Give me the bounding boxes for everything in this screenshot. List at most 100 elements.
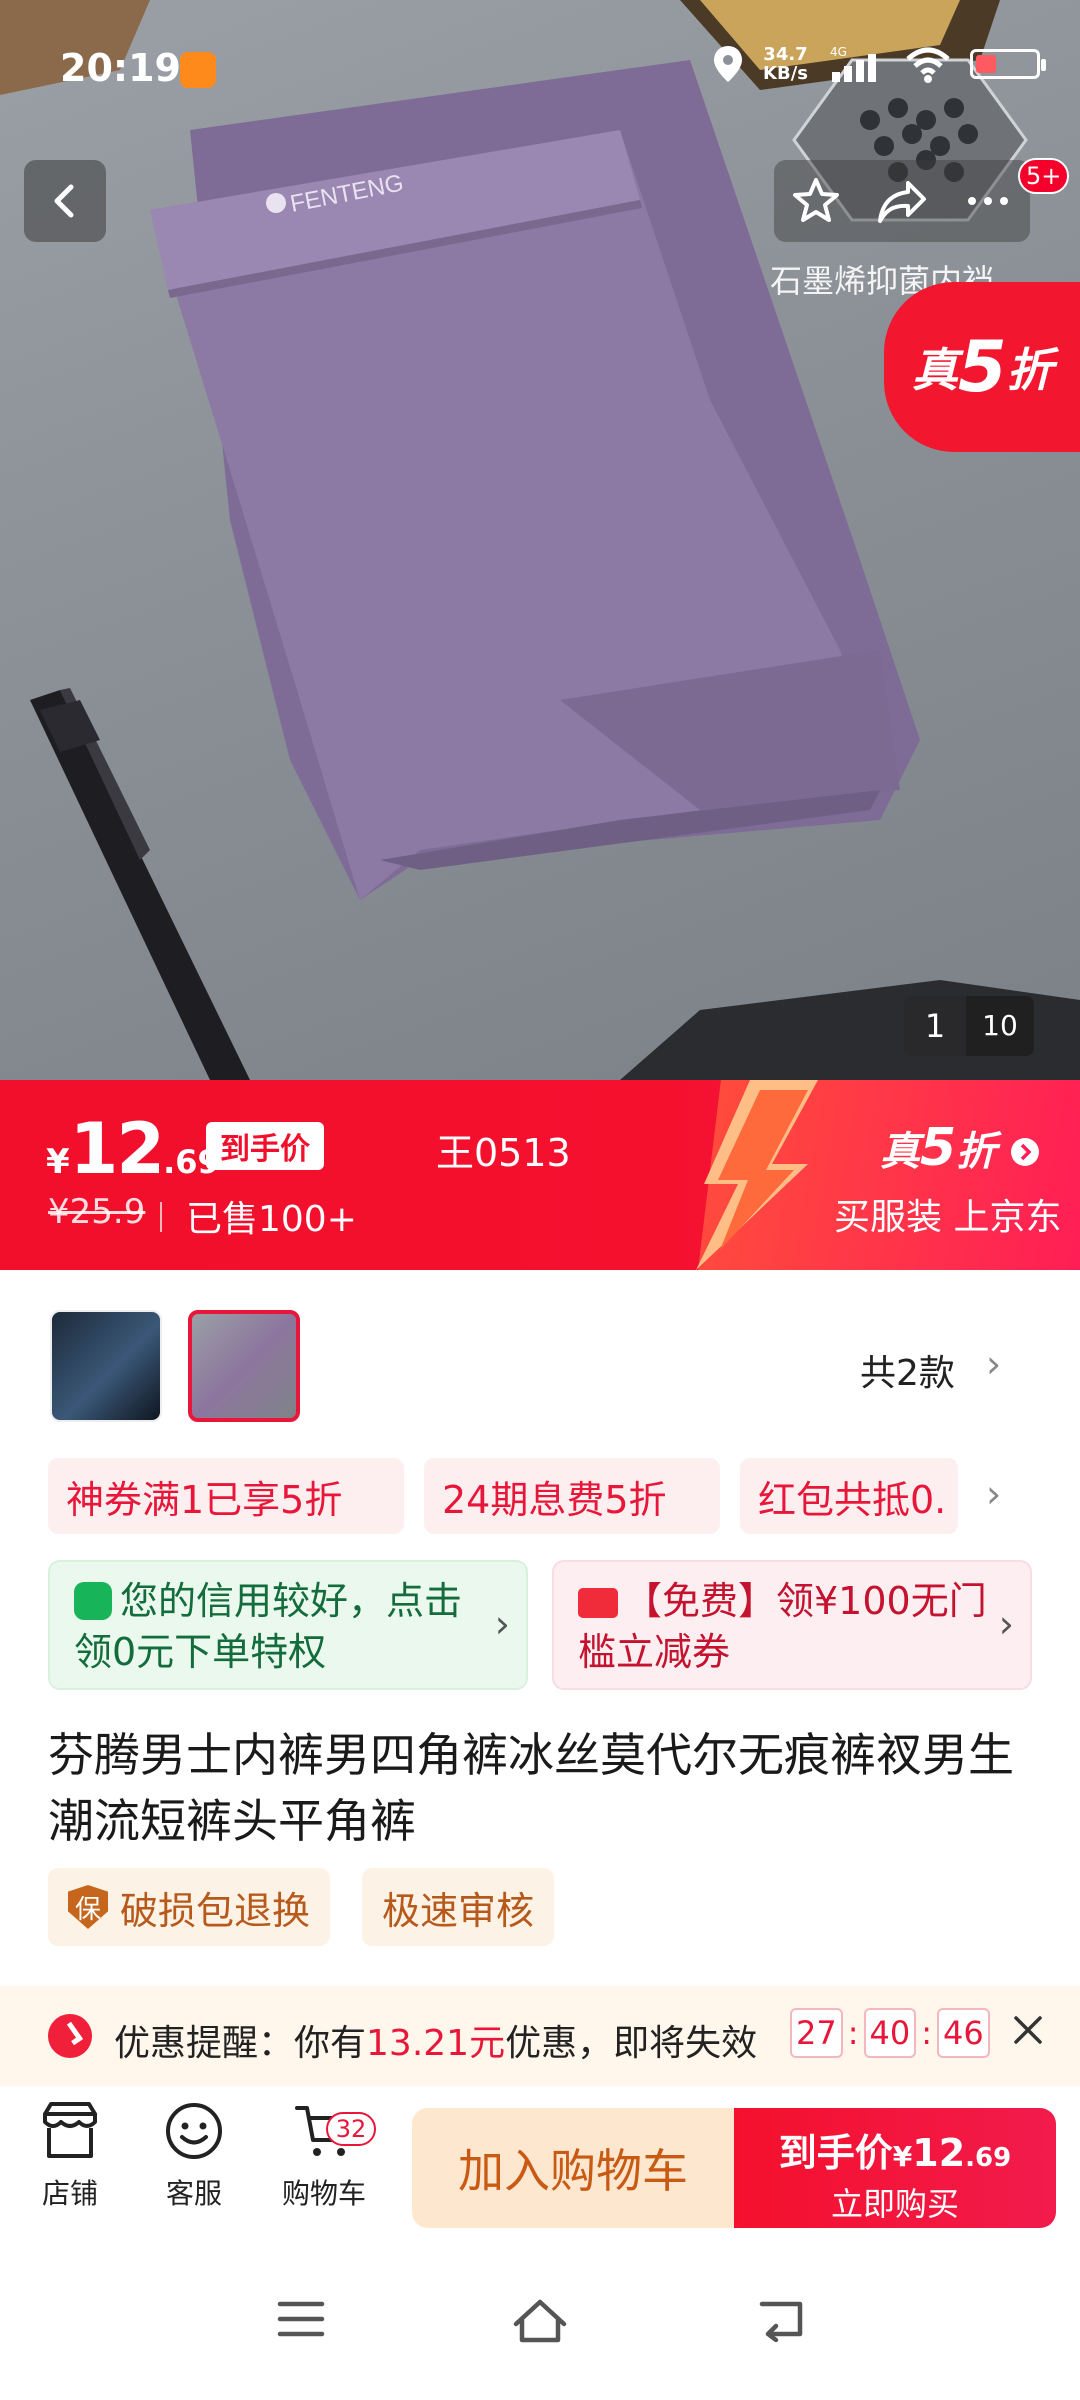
location-icon	[714, 46, 743, 82]
service-tag-review[interactable]: 极速审核	[362, 1868, 555, 1946]
network-speed: 34.7 KB/s	[763, 45, 808, 83]
status-bar: 20:19 34.7 KB/s 4G	[0, 0, 1080, 140]
timer-hours: 27	[790, 2008, 843, 2058]
chevron-left-icon	[54, 184, 74, 218]
buy-now-button[interactable]: 到手价¥12.69 立即购买	[734, 2108, 1056, 2228]
speed-unit: KB/s	[763, 63, 808, 84]
buy-price-integer: 12	[912, 2131, 966, 2175]
jd-promo-prefix: 真	[880, 1129, 920, 1175]
home-icon[interactable]	[510, 2296, 570, 2346]
price-divider	[160, 1202, 162, 1232]
style-thumbnail-blue[interactable]	[50, 1310, 162, 1422]
countdown-timer: 27 : 40 : 46	[790, 2008, 990, 2058]
buy-price-prefix: 到手价	[778, 2131, 893, 2175]
promo-code: 王0513	[436, 1131, 571, 1175]
sold-count: 已售100+	[186, 1199, 357, 1240]
reminder-prefix: 优惠提醒：你有	[114, 2023, 367, 2064]
cart-label: 购物车	[281, 2177, 366, 2210]
style-count[interactable]: 共2款	[860, 1344, 955, 1396]
voucher-text: 【免费】领¥100无门槛立减券	[578, 1576, 998, 1678]
clock-icon	[48, 2014, 92, 2058]
jd-promo-suffix: 折	[956, 1129, 997, 1175]
store-label: 店铺	[41, 2177, 98, 2210]
system-navigation-bar	[0, 2236, 1080, 2400]
status-indicators: 34.7 KB/s 4G	[711, 44, 1046, 84]
jd-promo-number: 5	[920, 1118, 957, 1178]
battery-icon	[970, 49, 1046, 79]
chevron-right-icon[interactable]: ›	[986, 1342, 1001, 1386]
chevron-right-icon: ›	[494, 1602, 510, 1646]
discount-promo-tag[interactable]: 真5折	[884, 282, 1080, 452]
price-banner: ¥ 12 .69 到手价 王0513 ¥25.9 已售100+ 真5折 买服装 …	[0, 1080, 1080, 1270]
price-currency: ¥	[46, 1142, 70, 1182]
chevron-right-icon[interactable]: ›	[986, 1472, 1001, 1516]
more-icon[interactable]	[962, 175, 1014, 227]
timer-colon: :	[847, 2014, 859, 2052]
style-thumbnail-purple[interactable]	[188, 1310, 300, 1422]
credit-privilege-text: 您的信用较好，点击领0元下单特权	[74, 1576, 494, 1678]
promo-prefix: 真	[912, 343, 958, 397]
wifi-icon	[906, 47, 950, 83]
add-to-cart-button[interactable]: 加入购物车	[412, 2108, 734, 2228]
network-type: 4G	[830, 45, 847, 59]
service-label: 极速审核	[382, 1888, 535, 1933]
page-total: 10	[966, 996, 1034, 1056]
timer-minutes: 40	[863, 2008, 917, 2058]
final-price-tag: 到手价	[206, 1122, 324, 1170]
share-icon[interactable]	[874, 175, 930, 227]
service-label: 客服	[165, 2177, 222, 2210]
price-integer: 12	[69, 1108, 165, 1190]
star-icon[interactable]	[790, 175, 842, 227]
shield-icon: 保	[68, 1885, 108, 1929]
buy-price-decimal: .69	[965, 2143, 1012, 2173]
coupon-chip[interactable]: 神券满1已享5折	[48, 1458, 404, 1534]
image-page-counter: 1 10	[904, 996, 1034, 1056]
voucher-card[interactable]: 【免费】领¥100无门槛立减券 ›	[552, 1560, 1032, 1690]
page-current: 1	[924, 1007, 946, 1045]
store-button[interactable]: 店铺	[20, 2100, 120, 2212]
chevron-right-icon: ›	[998, 1602, 1014, 1646]
card-icon	[578, 1588, 618, 1618]
promo-suffix: 折	[1006, 343, 1053, 397]
chevron-circle-right-icon	[1011, 1138, 1040, 1166]
timer-colon: :	[921, 2014, 932, 2052]
timer-seconds: 46	[937, 2008, 990, 2058]
voucher-label: 【免费】领¥100无门槛立减券	[578, 1579, 987, 1674]
buy-price-currency: ¥	[892, 2140, 913, 2173]
reminder-suffix: 优惠，即将失效	[505, 2023, 758, 2064]
back-button[interactable]	[24, 160, 106, 242]
product-title[interactable]: 芬腾男士内裤男四角裤冰丝莫代尔无痕裤衩男生潮流短裤头平角裤	[48, 1722, 1028, 1854]
coupon-chip[interactable]: 红包共抵0.	[740, 1458, 958, 1534]
store-icon	[43, 2102, 97, 2158]
smile-icon	[166, 2103, 222, 2159]
battery-level	[976, 55, 997, 73]
buy-now-label: 立即购买	[830, 2185, 959, 2223]
shopping-bag-icon	[74, 1582, 112, 1620]
customer-service-button[interactable]: 客服	[144, 2100, 244, 2212]
reminder-text: 优惠提醒：你有13.21元优惠，即将失效	[114, 2014, 757, 2066]
promo-number: 5	[958, 326, 1007, 408]
service-label: 破损包退换	[120, 1888, 311, 1933]
reminder-amount: 13.21元	[366, 2023, 506, 2064]
buy-price-line: 到手价¥12.69	[734, 2122, 1056, 2177]
message-badge: 5+	[1018, 158, 1070, 194]
service-tag-return[interactable]: 保 破损包退换	[48, 1868, 331, 1946]
status-time: 20:19	[60, 46, 181, 90]
top-action-group	[774, 160, 1030, 242]
signal-icon: 4G	[830, 45, 876, 82]
final-price: ¥ 12 .69	[46, 1108, 220, 1190]
credit-privilege-card[interactable]: 您的信用较好，点击领0元下单特权 ›	[48, 1560, 528, 1690]
jd-promo-subtitle: 买服装 上京东	[834, 1197, 1062, 1238]
menu-icon[interactable]	[276, 2296, 326, 2342]
app-notification-icon	[180, 52, 216, 88]
close-icon[interactable]	[1008, 2010, 1048, 2050]
jd-promo-title[interactable]: 真5折	[880, 1118, 1040, 1178]
lightning-icon	[696, 1080, 818, 1270]
credit-privilege-label: 您的信用较好，点击领0元下单特权	[74, 1579, 463, 1674]
back-arrow-icon[interactable]	[754, 2296, 808, 2342]
coupon-chip[interactable]: 24期息费5折	[424, 1458, 720, 1534]
speed-value: 34.7	[763, 44, 808, 65]
discount-reminder-bar[interactable]: 优惠提醒：你有13.21元优惠，即将失效 27 : 40 : 46	[0, 1986, 1080, 2086]
original-price: ¥25.9	[48, 1192, 146, 1232]
cart-count-badge: 32	[326, 2112, 376, 2146]
